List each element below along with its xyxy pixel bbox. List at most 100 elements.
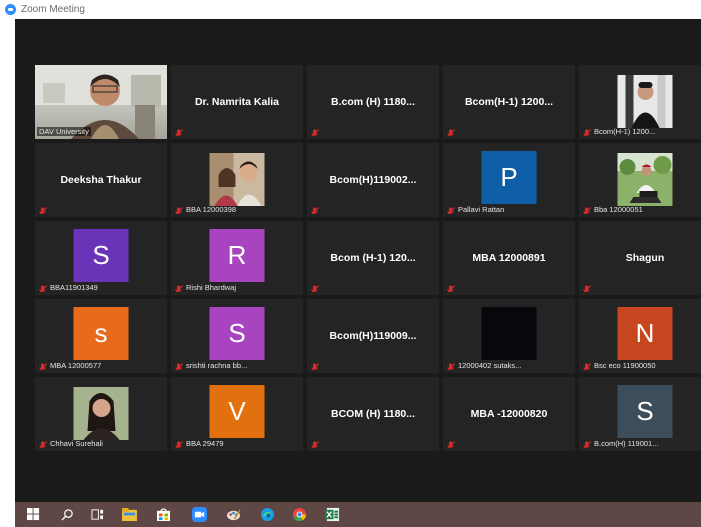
participant-tile[interactable]: Bcom (H-1) 120... <box>307 221 439 295</box>
participant-profile-photo <box>73 387 129 440</box>
participant-dark-video <box>481 307 537 360</box>
participant-caption <box>582 282 594 292</box>
participant-tile[interactable]: MBA 12000891 <box>443 221 575 295</box>
participant-tile[interactable]: V BBA 29479 <box>171 377 303 451</box>
participant-avatar: N <box>617 307 673 360</box>
participant-gallery: DAV University Dr. Namrita Kalia B.com (H)… <box>15 65 701 455</box>
task-view-icon[interactable] <box>89 506 106 523</box>
muted-mic-icon <box>310 282 319 292</box>
store-icon[interactable] <box>155 506 172 523</box>
participant-avatar: R <box>209 229 265 282</box>
muted-mic-icon <box>446 360 455 370</box>
windows-start-icon[interactable] <box>25 506 42 523</box>
muted-mic-icon <box>310 438 319 448</box>
participant-tile[interactable]: B.com (H) 1180... <box>307 65 439 139</box>
participant-caption <box>310 360 322 370</box>
participant-name-label: Bcom(H-1) 1200... <box>594 126 656 136</box>
participant-tile[interactable]: s MBA 12000577 <box>35 299 167 373</box>
paint-icon[interactable] <box>225 506 242 523</box>
participant-name-label: MBA 12000577 <box>50 360 102 370</box>
participant-tile[interactable]: Bcom(H-1) 1200... <box>443 65 575 139</box>
participant-name-label: B.com(H) 119001... <box>594 438 659 448</box>
participant-caption: B.com(H) 119001... <box>582 438 658 448</box>
muted-mic-icon <box>582 204 591 214</box>
participant-tile[interactable]: Ssrishti rachna bb... <box>171 299 303 373</box>
participant-name-label: Bsc eco 11900050 <box>594 360 656 370</box>
participant-tile[interactable]: Shagun <box>579 221 701 295</box>
participant-tile[interactable]: Bcom(H-1) 1200... <box>579 65 701 139</box>
search-icon[interactable] <box>59 506 76 523</box>
participant-caption: MBA 12000577 <box>38 360 101 370</box>
participant-display-name: Bcom(H)119009... <box>329 330 417 342</box>
participant-profile-photo <box>617 75 673 128</box>
participant-caption <box>310 438 322 448</box>
participant-avatar: V <box>209 385 265 438</box>
participant-tile[interactable]: Bcom(H)119009... <box>307 299 439 373</box>
participant-name-label: Rishi Bhardwaj <box>186 282 237 292</box>
participant-name-label: DAV University <box>37 127 91 136</box>
muted-mic-icon <box>310 126 319 136</box>
participant-tile[interactable]: Bba 12000051 <box>579 143 701 217</box>
participant-tile[interactable]: Chhavi Surehali <box>35 377 167 451</box>
chrome-icon[interactable] <box>291 506 308 523</box>
participant-tile[interactable]: 12000402 sutaks... <box>443 299 575 373</box>
participant-avatar: s <box>73 307 129 360</box>
participant-display-name: B.com (H) 1180... <box>330 96 416 108</box>
participant-display-name: BCOM (H) 1180... <box>330 408 416 420</box>
participant-caption <box>38 204 50 214</box>
muted-mic-icon <box>582 438 591 448</box>
participant-caption: 12000402 sutaks... <box>446 360 521 370</box>
file-explorer-icon[interactable] <box>121 506 138 523</box>
participant-tile[interactable]: BCOM (H) 1180... <box>307 377 439 451</box>
participant-avatar: S <box>73 229 129 282</box>
participant-avatar: P <box>481 151 537 204</box>
participant-tile[interactable]: Deeksha Thakur <box>35 143 167 217</box>
participant-name-label: Pallavi Rattan <box>458 204 505 214</box>
muted-mic-icon <box>446 126 455 136</box>
participant-name-label: 12000402 sutaks... <box>458 360 522 370</box>
participant-tile[interactable]: Bcom(H)119002... <box>307 143 439 217</box>
participant-display-name: MBA -12000820 <box>470 408 548 420</box>
participant-display-name: Bcom (H-1) 120... <box>330 252 416 264</box>
zoom-icon[interactable] <box>191 506 208 523</box>
zoom-logo-icon <box>5 4 16 15</box>
participant-tile[interactable]: S B.com(H) 119001... <box>579 377 701 451</box>
participant-avatar: S <box>617 385 673 438</box>
muted-mic-icon <box>174 204 183 214</box>
participant-display-name: Dr. Namrita Kalia <box>194 96 280 108</box>
participant-caption <box>310 126 322 136</box>
muted-mic-icon <box>38 204 47 214</box>
participant-tile[interactable]: BBA 12000398 <box>171 143 303 217</box>
participant-tile[interactable]: MBA -12000820 <box>443 377 575 451</box>
participant-display-name: Shagun <box>625 252 665 264</box>
participant-tile[interactable]: S BBA11901349 <box>35 221 167 295</box>
participant-caption: BBA 12000398 <box>174 204 236 214</box>
windows-taskbar <box>15 502 701 527</box>
muted-mic-icon <box>446 438 455 448</box>
participant-tile[interactable]: R Rishi Bhardwaj <box>171 221 303 295</box>
muted-mic-icon <box>38 282 47 292</box>
participant-caption <box>310 204 322 214</box>
excel-icon[interactable] <box>324 506 341 523</box>
participant-tile[interactable]: N Bsc eco 11900050 <box>579 299 701 373</box>
participant-avatar: S <box>209 307 265 360</box>
window-title: Zoom Meeting <box>21 4 85 15</box>
participant-tile[interactable]: P Pallavi Rattan <box>443 143 575 217</box>
participant-name-label: srishti rachna bb... <box>186 360 248 370</box>
participant-name-label: BBA11901349 <box>50 282 98 292</box>
participant-name-label: BBA 12000398 <box>186 204 237 214</box>
participant-caption: BBA11901349 <box>38 282 98 292</box>
muted-mic-icon <box>38 438 47 448</box>
participant-caption: Bcom(H-1) 1200... <box>582 126 655 136</box>
participant-display-name: Bcom(H-1) 1200... <box>464 96 554 108</box>
participant-caption: DAV University <box>37 127 91 136</box>
muted-mic-icon <box>582 126 591 136</box>
participant-tile[interactable]: DAV University <box>35 65 167 139</box>
muted-mic-icon <box>582 360 591 370</box>
edge-icon[interactable] <box>259 506 276 523</box>
participant-tile[interactable]: Dr. Namrita Kalia <box>171 65 303 139</box>
muted-mic-icon <box>174 126 183 136</box>
participant-caption: Bba 12000051 <box>582 204 643 214</box>
muted-mic-icon <box>310 360 319 370</box>
participant-display-name: MBA 12000891 <box>472 252 546 264</box>
